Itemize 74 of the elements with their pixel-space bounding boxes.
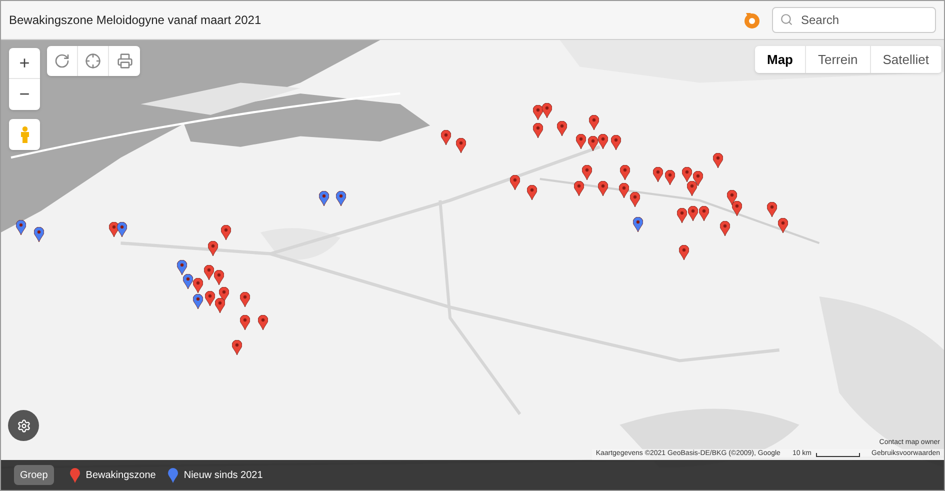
map-pin[interactable] (208, 241, 218, 256)
map-pin[interactable] (34, 227, 44, 242)
map-pin[interactable] (240, 315, 250, 330)
map-pin[interactable] (582, 165, 592, 180)
map-pin[interactable] (219, 287, 229, 302)
map-pin[interactable] (441, 130, 451, 145)
settings-icon (16, 418, 30, 432)
map-pin[interactable] (456, 138, 466, 153)
map-pin[interactable] (542, 103, 552, 118)
map-pin[interactable] (778, 218, 788, 233)
page-title: Bewakingszone Meloidogyne vanaf maart 2021 (9, 12, 262, 29)
map-pin[interactable] (533, 123, 543, 138)
map-pin[interactable] (677, 208, 687, 223)
map-pin[interactable] (527, 185, 537, 200)
map-pin[interactable] (720, 221, 730, 236)
map-pin[interactable] (589, 115, 599, 130)
pegman-icon (20, 126, 30, 144)
map-pin[interactable] (214, 270, 224, 285)
logo-icon (742, 10, 762, 30)
map-pin[interactable] (336, 191, 346, 206)
map-type-tab[interactable]: Satelliet (870, 46, 942, 73)
map-pin[interactable] (630, 192, 640, 207)
map-pin[interactable] (16, 220, 26, 235)
map-pin[interactable] (557, 121, 567, 136)
map-pin[interactable] (319, 191, 329, 206)
group-button[interactable]: Groep (14, 465, 54, 485)
search-icon (780, 13, 793, 26)
map-pin[interactable] (693, 171, 703, 186)
map-pin[interactable] (727, 190, 737, 205)
map-pin[interactable] (533, 105, 543, 120)
map-pin[interactable] (713, 153, 723, 168)
map-pin[interactable] (687, 181, 697, 196)
map-pin[interactable] (699, 206, 709, 221)
map-pin[interactable] (588, 136, 598, 151)
map-pin[interactable] (653, 167, 663, 182)
map-pin[interactable] (611, 135, 621, 150)
refresh-icon (54, 53, 70, 69)
map-pin[interactable] (183, 274, 193, 289)
map-pin[interactable] (665, 170, 675, 185)
zoom-out-button[interactable]: − (9, 79, 40, 110)
map-pin[interactable] (619, 183, 629, 198)
map-pin[interactable] (221, 225, 231, 240)
map-pin[interactable] (193, 294, 203, 309)
map-type-tab[interactable]: Map (755, 46, 806, 73)
map-pin[interactable] (215, 298, 225, 313)
map-pin[interactable] (767, 202, 777, 217)
map-type-tab[interactable]: Terrein (806, 46, 871, 73)
zoom-in-button[interactable]: + (9, 48, 40, 79)
scale-bar (816, 452, 860, 456)
map-pin[interactable] (177, 260, 187, 275)
search-field[interactable]: Search (772, 7, 936, 33)
legend-label: Nieuw sinds 2021 (184, 468, 263, 482)
map-pin[interactable] (620, 165, 630, 180)
map-pin[interactable] (576, 134, 586, 149)
map-pin[interactable] (109, 222, 119, 237)
map-pin[interactable] (688, 206, 698, 221)
map-pin[interactable] (574, 181, 584, 196)
legend-label: Bewakingszone (86, 468, 156, 482)
map-pin[interactable] (679, 245, 689, 260)
printer-icon (116, 53, 132, 69)
map-pin[interactable] (232, 340, 242, 355)
map-pin[interactable] (117, 222, 127, 237)
map-pin[interactable] (598, 181, 608, 196)
map-pin[interactable] (258, 315, 268, 330)
map-pin[interactable] (205, 291, 215, 306)
crosshair-icon (85, 53, 101, 69)
map-pin[interactable] (633, 217, 643, 232)
map-pin[interactable] (598, 134, 608, 149)
map-pin[interactable] (240, 292, 250, 307)
map-pin[interactable] (193, 278, 203, 293)
map-pin[interactable] (510, 175, 520, 190)
map-pin[interactable] (732, 201, 742, 216)
map-pin[interactable] (682, 167, 692, 182)
map-pin[interactable] (204, 265, 214, 280)
